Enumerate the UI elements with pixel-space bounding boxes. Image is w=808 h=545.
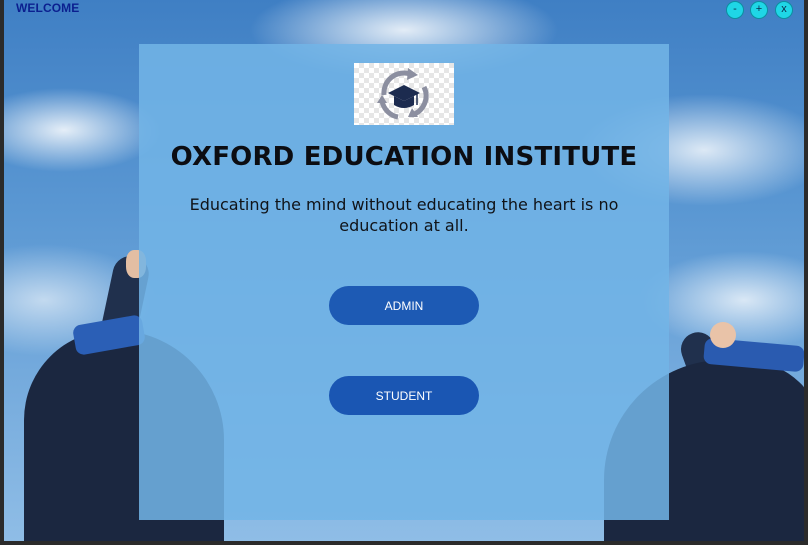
welcome-panel: OXFORD EDUCATION INSTITUTE Educating the… — [139, 44, 669, 520]
window-title: WELCOME — [16, 1, 80, 15]
institute-logo — [354, 63, 454, 125]
institute-name: OXFORD EDUCATION INSTITUTE — [170, 142, 638, 172]
institute-motto: Educating the mind without educating the… — [189, 195, 619, 235]
welcome-window: WELCOME - + x OXFORD EDUCATION INSTITUTE… — [4, 0, 804, 541]
background-graduate-hand — [710, 322, 736, 348]
admin-button[interactable]: ADMIN — [329, 286, 479, 325]
student-button[interactable]: STUDENT — [329, 376, 479, 415]
close-button[interactable]: x — [775, 1, 793, 19]
minimize-button[interactable]: - — [726, 1, 744, 19]
maximize-button[interactable]: + — [750, 1, 768, 19]
graduation-cap-recycle-icon — [377, 68, 429, 120]
